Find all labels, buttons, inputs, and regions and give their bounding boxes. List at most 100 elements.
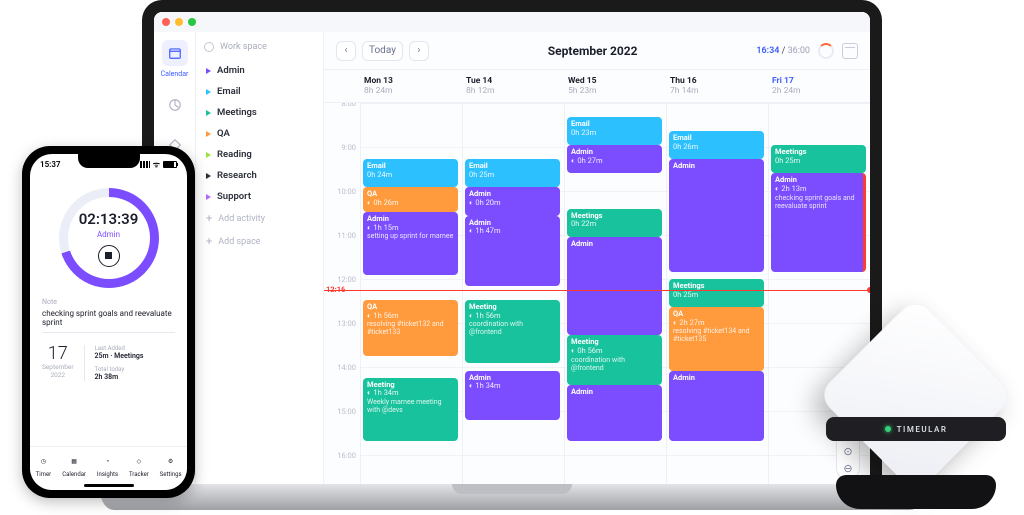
note-input[interactable]: checking sprint goals and reevaluate spr… bbox=[42, 306, 175, 333]
calendar-event[interactable]: Admin◐ 1h 15msetting up sprint for marne… bbox=[363, 212, 458, 275]
calendar-event[interactable]: Admin◐ 1h 47m bbox=[465, 216, 560, 286]
insights-icon: ◔ bbox=[99, 453, 115, 469]
tracker-base bbox=[836, 475, 996, 509]
day-header[interactable]: Fri 172h 24m bbox=[768, 70, 870, 102]
calendar-icon: ▦ bbox=[66, 453, 82, 469]
phone-notch bbox=[78, 154, 140, 168]
day-header[interactable]: Mon 138h 24m bbox=[360, 70, 462, 102]
tab-timer[interactable]: ◷Timer bbox=[35, 453, 51, 478]
hour-label: 9:00 bbox=[324, 143, 356, 152]
mobile-app: 15:37 ᯤ 02:13:39 Admin Note checking spr… bbox=[30, 154, 187, 490]
workspace-header[interactable]: Work space bbox=[204, 42, 315, 52]
rail-calendar[interactable] bbox=[162, 40, 188, 66]
topbar: ‹ Today › September 2022 16:34 / 36:00 bbox=[324, 32, 870, 70]
chevron-right-icon bbox=[206, 131, 211, 137]
tracker-icon: ◇ bbox=[131, 453, 147, 469]
day-header[interactable]: Tue 148h 12m bbox=[462, 70, 564, 102]
calendar-event[interactable]: Admin bbox=[669, 371, 764, 441]
calendar-event[interactable]: Email0h 23m bbox=[567, 117, 662, 145]
close-dot[interactable] bbox=[162, 18, 170, 26]
maximize-dot[interactable] bbox=[188, 18, 196, 26]
wifi-icon: ᯤ bbox=[153, 159, 160, 170]
tab-tracker[interactable]: ◇Tracker bbox=[129, 453, 149, 478]
plus-icon: + bbox=[206, 212, 212, 225]
now-line bbox=[324, 290, 870, 291]
note-section: Note checking sprint goals and reevaluat… bbox=[30, 288, 187, 333]
hour-label: 15:00 bbox=[324, 407, 356, 416]
laptop-frame: Calendar Work space AdminEmailMeetingsQA… bbox=[142, 0, 882, 490]
chevron-right-icon bbox=[206, 173, 211, 179]
last-added-value: 25m · Meetings bbox=[95, 352, 144, 360]
add-activity[interactable]: + Add activity bbox=[204, 207, 315, 230]
calendar-event[interactable]: Admin◐ 0h 27m bbox=[567, 145, 662, 173]
calendar-event[interactable]: Admin◐ 2h 13mchecking sprint goals and r… bbox=[771, 173, 866, 272]
calendar-event[interactable]: Admin bbox=[567, 385, 662, 441]
minimize-dot[interactable] bbox=[175, 18, 183, 26]
calendar-event[interactable]: Meetings0h 22m bbox=[567, 209, 662, 237]
day-column[interactable]: Email0h 26mAdminMeetings0h 25mQA◐ 2h 27m… bbox=[666, 103, 768, 490]
home-indicator bbox=[84, 484, 134, 487]
calendar-event[interactable]: QA◐ 1h 56mresolving #ticket132 and #tick… bbox=[363, 300, 458, 356]
calendar-event[interactable]: Admin bbox=[669, 159, 764, 272]
timer-ring: 02:13:39 Admin bbox=[59, 188, 159, 288]
mini-calendar-icon[interactable] bbox=[842, 43, 858, 59]
next-button[interactable]: › bbox=[409, 41, 429, 61]
hour-label: 16:00 bbox=[324, 451, 356, 460]
sidebar-activity-admin[interactable]: Admin bbox=[204, 60, 315, 81]
plus-icon: + bbox=[206, 235, 212, 248]
day-header[interactable]: Wed 155h 23m bbox=[564, 70, 666, 102]
calendar-event[interactable]: Meetings0h 25m bbox=[771, 145, 866, 173]
calendar-event[interactable]: QA◐ 0h 26m bbox=[363, 187, 458, 212]
hour-label: 8:00 bbox=[324, 103, 356, 108]
sidebar-activity-research[interactable]: Research bbox=[204, 165, 315, 186]
chevron-right-icon bbox=[206, 194, 211, 200]
tracker-brand: TIMEULAR bbox=[897, 425, 948, 434]
calendar-event[interactable]: Meetings0h 25m bbox=[669, 279, 764, 307]
calendar-grid[interactable]: 8:009:0010:0011:0012:0013:0014:0015:0016… bbox=[324, 103, 870, 490]
calendar-event[interactable]: QA◐ 2h 27mresolving #ticket134 and #tick… bbox=[669, 307, 764, 370]
calendar-event[interactable]: Meeting◐ 0h 56mcoordination with @fronte… bbox=[567, 335, 662, 384]
tracker-led-icon bbox=[885, 426, 891, 432]
calendar-event[interactable]: Admin◐ 0h 20m bbox=[465, 187, 560, 215]
tab-calendar[interactable]: ▦Calendar bbox=[62, 453, 86, 478]
chevron-right-icon bbox=[206, 68, 211, 74]
rail-reports[interactable] bbox=[162, 92, 188, 118]
chevron-right-icon bbox=[206, 110, 211, 116]
calendar-event[interactable]: Admin◐ 1h 34m bbox=[465, 371, 560, 420]
sidebar-activity-support[interactable]: Support bbox=[204, 186, 315, 207]
hour-label: 12:00 bbox=[324, 275, 356, 284]
timer-activity[interactable]: Admin bbox=[79, 230, 139, 239]
today-button[interactable]: Today bbox=[362, 41, 403, 61]
tab-settings[interactable]: ⚙Settings bbox=[160, 453, 182, 478]
battery-icon bbox=[163, 161, 177, 168]
sidebar-activity-qa[interactable]: QA bbox=[204, 123, 315, 144]
calendar-event[interactable]: Email0h 26m bbox=[669, 131, 764, 159]
summary-month: September bbox=[42, 363, 74, 371]
total-time: 36:00 bbox=[788, 46, 810, 56]
day-column[interactable]: Email0h 25mAdmin◐ 0h 20mAdmin◐ 1h 47m Mee… bbox=[462, 103, 564, 490]
stop-button[interactable] bbox=[98, 245, 120, 267]
day-summary: 17 September 2022 Last Added 25m · Meeti… bbox=[30, 333, 187, 393]
calendar-event[interactable]: Meeting◐ 1h 56mcoordination with @fronte… bbox=[465, 300, 560, 363]
prev-button[interactable]: ‹ bbox=[336, 41, 356, 61]
calendar-event[interactable]: Email0h 24m bbox=[363, 159, 458, 187]
timer-icon: ◷ bbox=[35, 453, 51, 469]
last-added-label: Last Added bbox=[95, 345, 144, 352]
add-space[interactable]: + Add space bbox=[204, 230, 315, 253]
total-today-label: Total today bbox=[95, 366, 144, 373]
day-column[interactable]: Email0h 23mAdmin◐ 0h 27mMeetings0h 22mAd… bbox=[564, 103, 666, 490]
calendar-event[interactable]: Email0h 25m bbox=[465, 159, 560, 187]
sidebar-activity-email[interactable]: Email bbox=[204, 81, 315, 102]
sidebar-activity-meetings[interactable]: Meetings bbox=[204, 102, 315, 123]
day-header[interactable]: Thu 167h 14m bbox=[666, 70, 768, 102]
day-column[interactable]: Email0h 24mQA◐ 0h 26mAdmin◐ 1h 15msettin… bbox=[360, 103, 462, 490]
calendar-event[interactable]: Meeting◐ 1h 34mWeekly marnee meeting wit… bbox=[363, 378, 458, 441]
tab-insights[interactable]: ◔Insights bbox=[97, 453, 118, 478]
sidebar-activity-reading[interactable]: Reading bbox=[204, 144, 315, 165]
hour-label: 13:00 bbox=[324, 319, 356, 328]
window-titlebar bbox=[154, 12, 870, 32]
calendar-main: ‹ Today › September 2022 16:34 / 36:00 M… bbox=[324, 32, 870, 490]
current-time: 16:34 bbox=[756, 46, 779, 56]
progress-ring-icon bbox=[818, 43, 834, 59]
calendar-event[interactable]: Admin bbox=[567, 237, 662, 336]
